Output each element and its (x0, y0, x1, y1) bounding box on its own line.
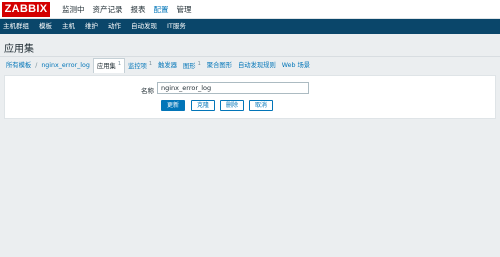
submenu-host-groups[interactable]: 主机群组 (0, 19, 34, 34)
tab-applications[interactable]: 应用集 1 (92, 58, 126, 73)
tab-label: 图形 (183, 63, 196, 71)
tab-graphs[interactable]: 图形 1 (180, 59, 204, 72)
submenu-hosts[interactable]: 主机 (57, 19, 80, 34)
tab-screens[interactable]: 聚合图形 (204, 60, 235, 71)
tab-web-scenarios[interactable]: Web 场景 (279, 60, 313, 71)
breadcrumb-tabs: 所有模板 / nginx_error_log 应用集 1 监控项 1 触发器 图… (0, 57, 500, 74)
breadcrumb-template[interactable]: nginx_error_log (38, 60, 93, 71)
tab-count: 1 (117, 61, 122, 68)
delete-button[interactable]: 删除 (220, 100, 244, 111)
submenu-maintenance[interactable]: 维护 (80, 19, 103, 34)
submenu-actions[interactable]: 动作 (103, 19, 126, 34)
submenu-templates[interactable]: 模板 (34, 19, 57, 34)
tab-label: 应用集 (96, 63, 116, 71)
breadcrumb-all-templates[interactable]: 所有模板 (3, 60, 34, 71)
name-label: 名称 (141, 87, 154, 95)
menu-item-configuration[interactable]: 配置 (150, 0, 173, 19)
tab-count: 1 (148, 60, 153, 67)
tab-triggers[interactable]: 触发器 (155, 60, 180, 71)
menu-item-inventory[interactable]: 资产记录 (89, 0, 127, 19)
name-input[interactable] (157, 82, 309, 94)
submenu-it-services[interactable]: IT服务 (162, 19, 191, 34)
tab-count: 1 (197, 60, 201, 67)
clone-button[interactable]: 克隆 (191, 100, 215, 111)
cancel-button[interactable]: 取消 (249, 100, 273, 111)
menu-item-monitoring[interactable]: 监测中 (58, 0, 89, 19)
application-form: 名称 更新 克隆 删除 取消 (4, 75, 496, 119)
sub-menu: 主机群组 模板 主机 维护 动作 自动发现 IT服务 (0, 19, 500, 34)
zabbix-logo[interactable]: ZABBIX (2, 2, 50, 17)
top-header: ZABBIX 监测中 资产记录 报表 配置 管理 (0, 0, 500, 19)
page-title: 应用集 (4, 44, 34, 55)
main-menu: 监测中 资产记录 报表 配置 管理 (58, 0, 196, 19)
tab-discovery-rules[interactable]: 自动发现规则 (235, 60, 279, 71)
tab-label: 监控项 (128, 63, 147, 71)
update-button[interactable]: 更新 (161, 100, 185, 111)
menu-item-administration[interactable]: 管理 (173, 0, 196, 19)
menu-item-reports[interactable]: 报表 (127, 0, 150, 19)
tab-items[interactable]: 监控项 1 (125, 59, 155, 72)
submenu-discovery[interactable]: 自动发现 (126, 19, 162, 34)
